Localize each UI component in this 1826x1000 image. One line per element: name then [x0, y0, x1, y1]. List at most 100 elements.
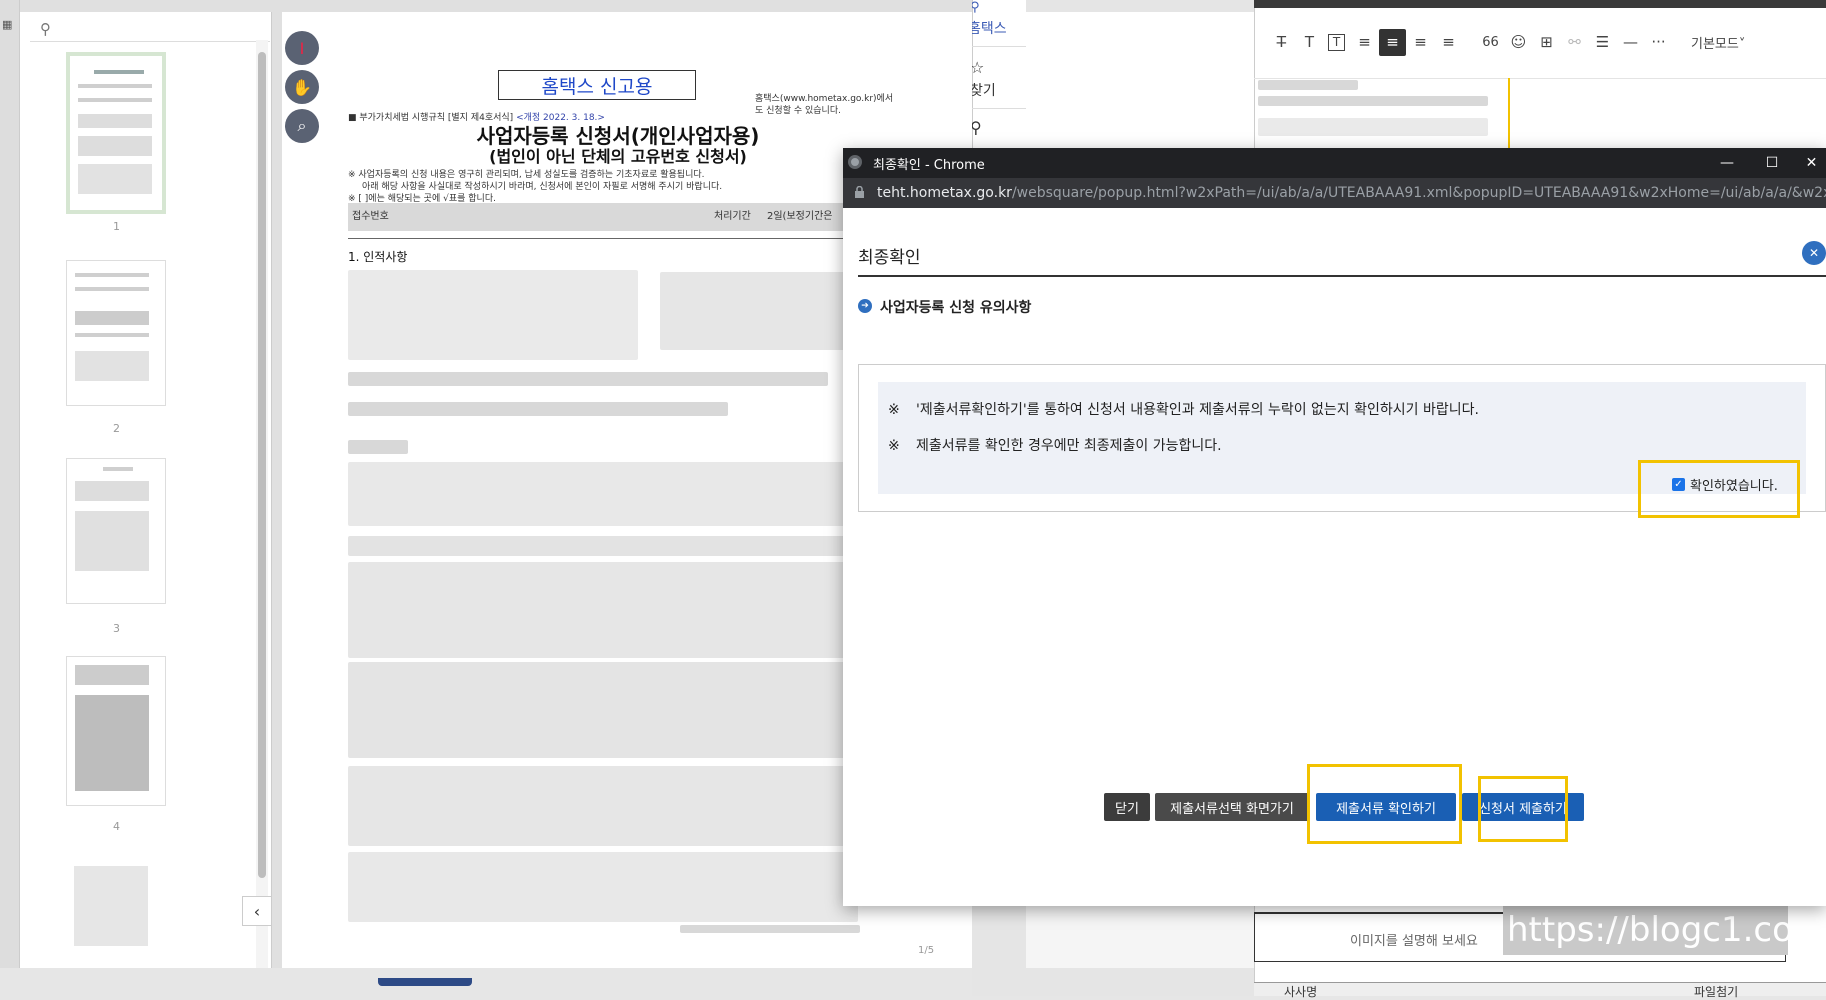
thumbnail-page-number: 2 — [113, 422, 120, 435]
popup-close-button[interactable]: ✕ — [1802, 241, 1826, 265]
thumb-line — [75, 481, 149, 501]
blurred-form-content — [348, 402, 728, 416]
align-left-icon[interactable]: ≡ — [1351, 29, 1378, 56]
receipt-number-label: 접수번호 — [352, 211, 389, 222]
editor-highlight-line — [1508, 78, 1510, 148]
text-select-tool-button[interactable]: I — [285, 31, 319, 65]
section-title: 사업자등록 신청 유의사항 — [880, 300, 1032, 316]
popup-titlebar[interactable]: 최종확인 - Chrome — [843, 148, 1826, 178]
search-icon[interactable]: ⚲ — [40, 20, 51, 38]
address-bar[interactable]: teht.hometax.go.kr/websquare/popup.html?… — [843, 178, 1826, 208]
notice-line-2: ※ 제출서류를 확인한 경우에만 최종제출이 가능합니다. — [888, 435, 1222, 455]
star-icon[interactable]: ☆ — [970, 58, 984, 77]
form-subtitle: (법인이 아닌 단체의 고유번호 신청서) — [489, 147, 747, 166]
emoji-icon[interactable]: ☺ — [1505, 29, 1532, 56]
minimize-icon: — — [1720, 155, 1734, 171]
text-cursor-icon: I — [299, 38, 305, 58]
thumbnail-page-number: 1 — [113, 220, 120, 233]
blurred-text — [1258, 118, 1488, 136]
editor-top-bar — [1254, 0, 1826, 8]
hand-tool-button[interactable]: ✋ — [285, 70, 319, 104]
page-thumbnail-4[interactable] — [66, 656, 166, 806]
thumb-line — [75, 273, 149, 277]
thumbnail-scrollbar-thumb[interactable] — [258, 52, 266, 878]
pdf-bottom-tab[interactable] — [378, 978, 472, 986]
page-thumbnail-5[interactable] — [66, 856, 166, 966]
more-icon[interactable]: ··· — [1645, 29, 1672, 56]
align-right-icon[interactable]: ≡ — [1407, 29, 1434, 56]
list-icon[interactable]: ☰ — [1589, 29, 1616, 56]
page-thumbnail-2[interactable] — [66, 260, 166, 406]
editor-mode-select[interactable]: 기본모드˅ — [1691, 33, 1745, 52]
divider-icon[interactable]: — — [1617, 29, 1644, 56]
text-color-icon[interactable]: T — [1296, 29, 1323, 56]
editor-bottom-table-header: 사사명 파일첨기 — [1254, 982, 1826, 999]
blurred-form-content — [348, 766, 858, 846]
nav-divider — [972, 46, 1026, 47]
watermark: https://blogc1.com — [1503, 905, 1826, 955]
close-button[interactable]: 닫기 — [1104, 793, 1150, 821]
page-thumbnail-3[interactable] — [66, 458, 166, 604]
thumb-line — [75, 333, 149, 337]
form-note: 홈택스(www.hometax.go.kr)에서도 신청할 수 있습니다. — [755, 94, 894, 116]
close-icon: ✕ — [1805, 155, 1818, 171]
thumb-line — [75, 287, 149, 291]
pdf-bottom-bar — [0, 968, 972, 996]
align-justify-icon[interactable]: ≡ — [1435, 29, 1462, 56]
thumb-line — [75, 695, 149, 791]
zoom-region-icon: ⌕ — [297, 116, 307, 135]
text-bg-icon[interactable]: T — [1328, 33, 1345, 51]
thumb-line — [78, 114, 152, 128]
url-path: /websquare/popup.html?w2xPath=/ui/ab/a/a… — [1011, 185, 1826, 201]
hometax-content-area — [1026, 12, 1254, 150]
table-head-left: 사사명 — [1284, 985, 1318, 999]
select-documents-button[interactable]: 제출서류선택 화면가기 — [1155, 793, 1309, 821]
strikethrough-icon[interactable]: T̶ — [1268, 29, 1295, 56]
table-icon[interactable]: ⊞ — [1533, 29, 1560, 56]
maximize-button[interactable]: ☐ — [1752, 150, 1792, 176]
notice-text: '제출서류확인하기'를 통하여 신청서 내용확인과 제출서류의 누락이 없는지 … — [916, 402, 1479, 418]
text-color-glyph: T — [1304, 33, 1315, 51]
table-head-right: 파일첨기 — [1694, 985, 1739, 999]
thumbnail-page-number: 3 — [113, 622, 120, 635]
notice-text: 제출서류를 확인한 경우에만 최종제출이 가능합니다. — [916, 438, 1222, 454]
collapse-panel-button[interactable]: ‹ — [242, 896, 272, 926]
image-caption-placeholder[interactable]: 이미지를 설명해 보세요 — [1350, 930, 1478, 949]
nav-divider — [972, 108, 1026, 109]
link-icon[interactable]: ⚯ — [1561, 29, 1588, 56]
hometax-nav-item[interactable]: 홈택스 — [968, 18, 1007, 38]
blurred-form-content — [680, 925, 860, 933]
url-host: teht.hometax.go.kr — [877, 185, 1012, 201]
grid-view-icon[interactable]: ▦ — [2, 18, 12, 31]
close-icon: ✕ — [1808, 246, 1820, 260]
highlight-box-check-documents — [1307, 764, 1462, 844]
popup-window-title: 최종확인 - Chrome — [873, 157, 985, 173]
thumb-line — [74, 866, 148, 946]
window-close-button[interactable]: ✕ — [1797, 150, 1826, 176]
page-thumbnail-1[interactable] — [66, 52, 166, 214]
blurred-text — [1258, 80, 1358, 90]
processing-period-value: 2일(보정기간은 — [767, 211, 833, 222]
pdf-page-number: 1/5 — [918, 945, 935, 956]
arrow-right-circle-icon: ➔ — [858, 299, 872, 313]
thumb-line — [78, 98, 152, 102]
thumb-line — [75, 511, 149, 571]
thumb-line — [94, 70, 144, 74]
zoom-area-tool-button[interactable]: ⌕ — [285, 109, 319, 143]
quote-icon[interactable]: 66 — [1477, 29, 1504, 56]
thumb-line — [78, 164, 152, 194]
editor-toolbar-divider — [1254, 78, 1826, 79]
hometax-nav-item-find[interactable]: 찾기 — [970, 80, 996, 100]
lock-icon — [855, 186, 864, 198]
highlight-box-confirm — [1638, 460, 1800, 518]
thumb-line — [78, 136, 152, 156]
notice-mark: ※ — [888, 402, 900, 418]
thumb-line — [103, 467, 133, 471]
highlight-box-submit — [1478, 776, 1568, 842]
chrome-icon — [848, 155, 862, 169]
thumbnail-page-number: 4 — [113, 820, 120, 833]
minimize-button[interactable]: — — [1707, 150, 1747, 176]
thumbnail-search[interactable]: ⚲ — [30, 16, 270, 42]
thumb-line — [75, 665, 149, 685]
align-center-icon[interactable]: ≡ — [1379, 28, 1406, 56]
